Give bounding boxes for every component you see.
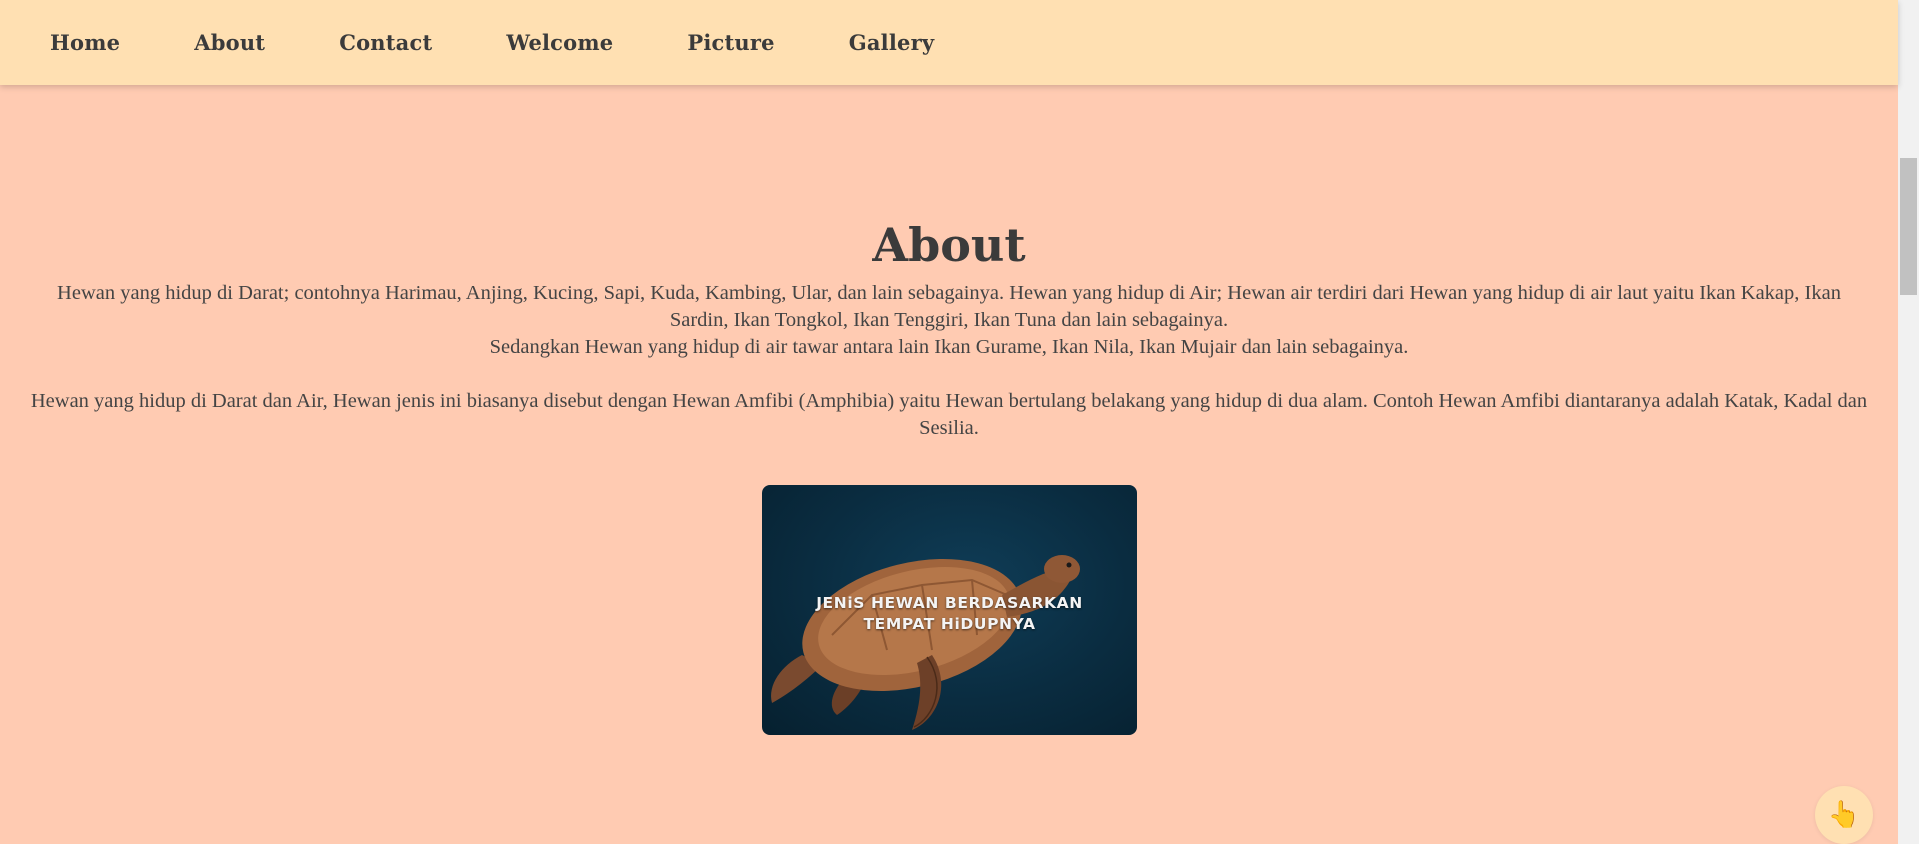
about-paragraph-land-water: Hewan yang hidup di Darat; contohnya Har… <box>57 282 1841 331</box>
about-image: JENiS HEWAN BERDASARKAN TEMPAT HiDUPNYA <box>762 485 1137 735</box>
pointing-hand-icon: 👆 <box>1827 800 1861 830</box>
about-title: About <box>872 218 1026 272</box>
image-caption-line-2: TEMPAT HiDUPNYA <box>863 615 1036 633</box>
floating-action-button[interactable]: 👆 <box>1815 786 1873 844</box>
nav-link-contact[interactable]: Contact <box>339 30 432 55</box>
about-body: Hewan yang hidup di Darat; contohnya Har… <box>29 280 1869 442</box>
vertical-scrollbar[interactable] <box>1898 0 1919 844</box>
nav-link-home[interactable]: Home <box>50 30 120 55</box>
scrollbar-thumb[interactable] <box>1900 158 1917 295</box>
nav-link-welcome[interactable]: Welcome <box>506 30 613 55</box>
about-paragraph-freshwater: Sedangkan Hewan yang hidup di air tawar … <box>489 336 1409 358</box>
nav-link-about[interactable]: About <box>194 30 265 55</box>
content-area: Home About Contact Welcome Picture Galle… <box>0 0 1898 844</box>
page: Home About Contact Welcome Picture Galle… <box>0 0 1919 844</box>
image-caption-line-1: JENiS HEWAN BERDASARKAN <box>816 594 1083 612</box>
nav-link-gallery[interactable]: Gallery <box>849 30 935 55</box>
about-paragraph-amphibians: Hewan yang hidup di Darat dan Air, Hewan… <box>30 390 1868 439</box>
image-caption: JENiS HEWAN BERDASARKAN TEMPAT HiDUPNYA <box>762 593 1137 635</box>
nav-link-picture[interactable]: Picture <box>687 30 774 55</box>
about-section: About Hewan yang hidup di Darat; contohn… <box>0 210 1898 442</box>
top-navbar: Home About Contact Welcome Picture Galle… <box>0 0 1898 85</box>
